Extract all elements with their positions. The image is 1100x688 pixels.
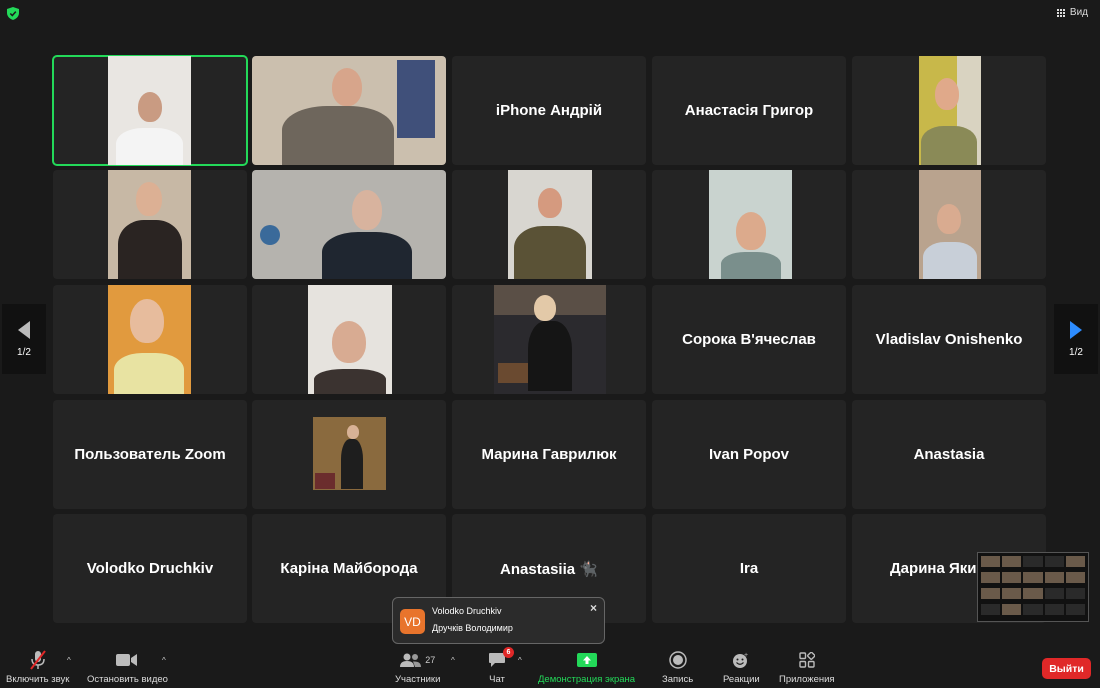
participant-tile[interactable]: Ivan Popov: [652, 400, 846, 509]
sender-avatar: VD: [400, 609, 425, 634]
participant-tile[interactable]: Марина Гаврилюк: [452, 400, 646, 509]
participants-count: 27: [425, 655, 436, 665]
chevron-up-icon[interactable]: ^: [451, 656, 455, 665]
video-feed: [508, 170, 592, 279]
unmute-button[interactable]: Включить звук: [6, 650, 69, 685]
participant-tile[interactable]: Пользователь Zoom: [53, 400, 247, 509]
unmute-label: Включить звук: [6, 674, 70, 685]
share-screen-label: Демонстрация экрана: [538, 674, 636, 685]
meeting-toolbar: Включить звук ^ Остановить видео ^ 27 Уч…: [0, 646, 1100, 688]
arrow-left-icon: [18, 320, 30, 339]
previous-page-button[interactable]: 1/2: [2, 304, 46, 374]
participant-tile[interactable]: [53, 285, 247, 394]
apps-button[interactable]: Приложения: [779, 650, 835, 685]
reactions-button[interactable]: + Реакции: [723, 650, 760, 685]
participant-name: Volodko Druchkiv: [86, 560, 214, 577]
view-label: Вид: [1069, 7, 1088, 18]
svg-text:+: +: [744, 652, 748, 659]
chat-icon: 6: [488, 647, 514, 670]
sender-name: Volodko Druchkiv: [432, 606, 502, 616]
close-icon[interactable]: ×: [590, 601, 597, 615]
participant-tile[interactable]: [252, 170, 446, 279]
apps-icon: [799, 650, 815, 670]
participant-tile[interactable]: [52, 55, 248, 166]
participant-name: iPhone Андрій: [495, 102, 603, 119]
participant-tile[interactable]: [252, 285, 446, 394]
participant-tile[interactable]: [452, 170, 646, 279]
participant-name: Анастасія Григор: [684, 102, 814, 119]
participant-tile[interactable]: iPhone Андрій: [452, 56, 646, 165]
page-indicator: 1/2: [1069, 346, 1083, 358]
arrow-right-icon: [1070, 320, 1082, 339]
video-feed: [252, 56, 446, 165]
participant-tile[interactable]: Volodko Druchkiv: [53, 514, 247, 623]
self-view-thumbnail[interactable]: [977, 552, 1089, 622]
participant-tile[interactable]: [652, 170, 846, 279]
chat-label: Чат: [489, 674, 505, 685]
participant-name: Дарина Яки: [890, 560, 977, 577]
video-feed: [308, 285, 392, 394]
page-indicator: 1/2: [17, 346, 31, 358]
participant-name: Anastasiia 🐈‍⬛: [500, 560, 598, 578]
share-screen-icon: [576, 650, 597, 670]
video-feed: [108, 56, 191, 165]
record-label: Запись: [662, 674, 694, 685]
participant-tile[interactable]: [852, 170, 1046, 279]
participant-name: Ivan Popov: [708, 446, 790, 463]
participant-name: Пользователь Zoom: [74, 446, 226, 463]
view-button[interactable]: Вид: [1056, 7, 1088, 18]
participants-icon: 27: [400, 650, 435, 670]
top-bar: Вид: [0, 0, 1100, 28]
video-feed: [252, 170, 446, 279]
participants-label: Участники: [395, 674, 441, 685]
participant-tile[interactable]: Vladislav Onishenko: [852, 285, 1046, 394]
reactions-label: Реакции: [723, 674, 760, 685]
video-feed: [709, 170, 792, 279]
participant-name: Ira: [739, 560, 759, 577]
participant-tile[interactable]: Сорока В'ячеслав: [652, 285, 846, 394]
video-feed: [108, 285, 191, 394]
participant-tile[interactable]: [252, 56, 446, 165]
participant-tile[interactable]: [252, 400, 446, 509]
share-screen-button[interactable]: Демонстрация экрана: [538, 650, 635, 685]
unread-badge: 6: [503, 647, 514, 658]
chat-notification[interactable]: VD Volodko Druchkiv Дручків Володимир ×: [392, 597, 605, 644]
participants-button[interactable]: 27 Участники: [395, 650, 440, 685]
chevron-up-icon[interactable]: ^: [67, 656, 71, 665]
participant-name: Anastasia: [913, 446, 985, 463]
record-button[interactable]: Запись: [662, 650, 693, 685]
record-icon: [668, 650, 687, 670]
apps-label: Приложения: [779, 674, 835, 685]
next-page-button[interactable]: 1/2: [1054, 304, 1098, 374]
video-feed: [919, 56, 981, 165]
microphone-muted-icon: [29, 650, 47, 670]
participant-tile[interactable]: Анастасія Григор: [652, 56, 846, 165]
participant-tile[interactable]: Ira: [652, 514, 846, 623]
video-feed: [494, 285, 606, 394]
chevron-up-icon[interactable]: ^: [162, 656, 166, 665]
shield-icon[interactable]: [7, 7, 19, 20]
avatar: [313, 417, 386, 490]
chat-button[interactable]: 6 Чат: [488, 647, 514, 685]
participant-tile[interactable]: [852, 56, 1046, 165]
stop-video-button[interactable]: Остановить видео: [87, 650, 168, 685]
video-feed: [108, 170, 191, 279]
participant-name: Марина Гаврилюк: [481, 446, 617, 463]
participant-tile[interactable]: [452, 285, 646, 394]
grid-view-icon: [1056, 8, 1065, 17]
participant-tile[interactable]: Anastasia: [852, 400, 1046, 509]
chevron-up-icon[interactable]: ^: [518, 656, 522, 665]
video-camera-icon: [116, 650, 138, 670]
participant-tile[interactable]: [53, 170, 247, 279]
participant-name: Сорока В'ячеслав: [682, 331, 816, 348]
participant-name: Каріна Майборода: [280, 560, 418, 577]
smiley-icon: +: [732, 650, 750, 670]
participant-name: Vladislav Onishenko: [875, 331, 1023, 348]
message-text: Дручків Володимир: [432, 623, 513, 633]
video-feed: [919, 170, 981, 279]
leave-button[interactable]: Выйти: [1042, 658, 1091, 679]
stop-video-label: Остановить видео: [87, 674, 168, 685]
